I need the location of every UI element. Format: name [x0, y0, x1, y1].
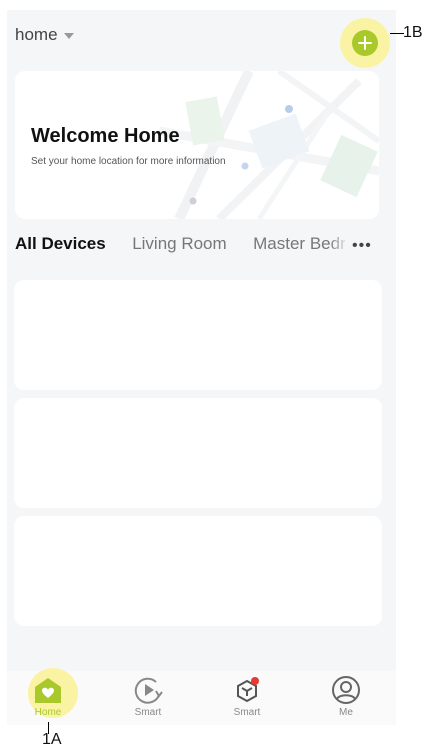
- home-selector-label: home: [15, 25, 58, 44]
- callout-label-add: 1B: [403, 24, 423, 41]
- map-illustration-icon: [159, 71, 379, 219]
- play-circle-icon: [134, 677, 163, 704]
- notification-badge: [251, 677, 259, 685]
- profile-icon: [332, 676, 360, 704]
- tab-all-devices[interactable]: All Devices: [15, 234, 106, 254]
- tab-smart-automation[interactable]: Smart: [212, 671, 282, 725]
- welcome-subtitle: Set your home location for more informat…: [31, 156, 226, 167]
- add-device-button[interactable]: [352, 30, 378, 56]
- ellipsis-icon[interactable]: •••: [352, 238, 372, 254]
- tabs-fade: [329, 234, 349, 258]
- tab-smart-label: Smart: [233, 707, 261, 718]
- callout-line: [390, 33, 404, 34]
- caret-down-icon: [63, 33, 74, 39]
- callout-label-home: 1A: [42, 731, 62, 747]
- tab-living-room[interactable]: Living Room: [132, 234, 227, 254]
- welcome-card[interactable]: Welcome Home Set your home location for …: [15, 71, 379, 219]
- tab-home-label: Home: [34, 707, 62, 718]
- tab-smart-scenes[interactable]: Smart: [113, 671, 183, 725]
- device-card[interactable]: [14, 280, 382, 390]
- room-tabs: All Devices Living Room Master Bedroom: [15, 234, 345, 258]
- home-icon: [35, 678, 61, 703]
- device-card[interactable]: [14, 516, 382, 626]
- tab-me-label: Me: [339, 707, 353, 718]
- app-screen: home Welcome Home Set your home location…: [7, 10, 396, 671]
- home-selector[interactable]: home: [15, 25, 74, 45]
- tab-me[interactable]: Me: [311, 671, 381, 725]
- cube-icon: [237, 677, 259, 703]
- bottom-tab-bar: Home Smart Smart Me: [7, 668, 396, 725]
- tab-smart-label: Smart: [134, 707, 162, 718]
- device-card[interactable]: [14, 398, 382, 508]
- tab-home[interactable]: Home: [13, 668, 83, 725]
- welcome-title: Welcome Home: [31, 125, 180, 147]
